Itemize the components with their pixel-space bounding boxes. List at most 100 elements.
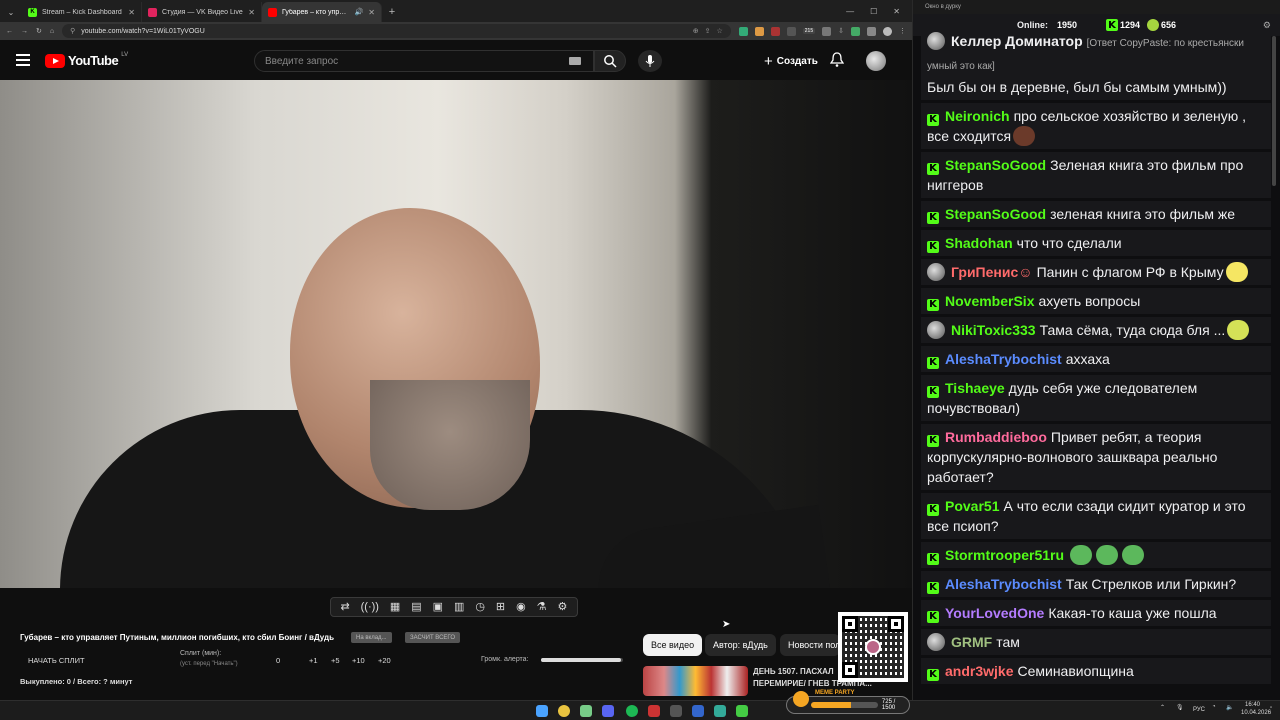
extensions-puzzle-icon[interactable] (822, 26, 832, 36)
player-control-icon[interactable]: ⊞ (496, 601, 505, 613)
microphone-tray-icon[interactable]: 🎙 (1176, 704, 1184, 711)
site-info-icon[interactable]: ⚲ (70, 27, 75, 35)
add-10-button[interactable]: +10 (352, 656, 365, 665)
tab-vk[interactable]: Студия — VK Видео Live ✕ (142, 2, 262, 22)
recommended-title[interactable]: ДЕНЬ 1507. ПАСХАЛ (753, 667, 834, 676)
player-control-icon[interactable]: ▣ (433, 601, 443, 613)
search-input[interactable]: Введите запрос (254, 50, 594, 72)
pill-tag[interactable]: ЗАСЧИТ ВСЕГО (405, 632, 460, 643)
extension-icon[interactable] (867, 26, 876, 36)
player-control-icon[interactable]: ⚗ (537, 601, 547, 613)
player-control-icon[interactable]: ▥ (454, 601, 464, 613)
app-icon[interactable] (648, 705, 660, 717)
extension-icon[interactable] (770, 26, 780, 36)
chat-username[interactable]: AleshaTrybochist (945, 576, 1062, 592)
chat-username[interactable]: Rumbaddieboo (945, 429, 1047, 445)
app-icon[interactable] (714, 705, 726, 717)
maximize-icon[interactable]: ☐ (870, 7, 877, 16)
extension-icon[interactable] (851, 26, 860, 36)
extension-icon[interactable] (754, 26, 764, 36)
reload-icon[interactable]: ↻ (36, 27, 42, 35)
tab-youtube[interactable]: Губарев – кто управляет П 🔊 ✕ (262, 2, 382, 22)
chat-username[interactable]: Stormtrooper51ru (945, 547, 1064, 563)
url-input[interactable]: ⚲ youtube.com/watch?v=1WiL01TyVOGU ⊕ ⇪ ☆ (62, 24, 731, 38)
extension-icon[interactable] (786, 26, 796, 36)
search-button[interactable] (594, 50, 626, 72)
app-icon[interactable] (580, 705, 592, 717)
install-icon[interactable]: ⊕ (693, 27, 699, 35)
chip-news[interactable]: Новости пол (780, 634, 840, 656)
chat-username[interactable]: Neironich (945, 108, 1010, 124)
player-control-icon[interactable]: ◷ (475, 601, 485, 613)
voice-search-button[interactable] (638, 50, 662, 72)
volume-icon[interactable]: 🔈 (1226, 704, 1233, 711)
chat-scrollbar[interactable] (1271, 36, 1277, 686)
extension-icon[interactable] (738, 26, 748, 36)
chat-username[interactable]: NikiToxic333 (951, 322, 1036, 338)
notifications-button[interactable] (829, 52, 845, 73)
forward-icon[interactable]: → (21, 28, 28, 35)
player-control-icon[interactable]: ▦ (390, 601, 400, 613)
close-tab-icon[interactable]: ✕ (128, 8, 135, 17)
account-avatar[interactable] (866, 51, 886, 71)
tray-chevron-icon[interactable]: ⌃ (1160, 704, 1165, 711)
app-icon[interactable] (736, 705, 748, 717)
keyboard-icon[interactable] (569, 57, 581, 65)
split-value[interactable]: 0 (276, 656, 280, 665)
minimize-icon[interactable]: — (846, 7, 854, 16)
player-control-icon[interactable]: ▤ (411, 601, 421, 613)
home-icon[interactable]: ⌂ (50, 28, 54, 35)
new-tab-button[interactable]: + (382, 2, 402, 22)
chat-username[interactable]: Povar51 (945, 498, 999, 514)
chat-username[interactable]: Tishaeye (945, 380, 1005, 396)
pill-tag[interactable]: На вклад... (351, 632, 392, 643)
audio-icon[interactable]: 🔊 (355, 8, 364, 16)
player-control-icon[interactable]: ⚙ (557, 601, 567, 613)
start-split-button[interactable]: НАЧАТЬ СПЛИТ (28, 656, 85, 665)
spotify-icon[interactable] (626, 705, 638, 717)
tab-search-icon[interactable]: ⌄ (0, 2, 22, 22)
profile-icon[interactable] (883, 26, 892, 36)
chip-author[interactable]: Автор: вДудь (705, 634, 776, 656)
close-window-icon[interactable]: ✕ (893, 7, 900, 16)
notification-bell-icon[interactable]: ▫ (1270, 705, 1272, 711)
close-tab-icon[interactable]: ✕ (248, 8, 255, 17)
player-control-icon[interactable]: ⇄ (340, 601, 349, 613)
recommended-thumbnail[interactable] (643, 666, 748, 696)
browser-menu-icon[interactable]: ⋮ (899, 27, 906, 35)
discord-icon[interactable] (602, 705, 614, 717)
close-tab-icon[interactable]: ✕ (368, 8, 375, 17)
chat-username[interactable]: StepanSoGood (945, 157, 1046, 173)
windows-start-icon[interactable] (536, 705, 548, 717)
alert-volume-slider[interactable] (541, 658, 623, 662)
app-icon[interactable] (692, 705, 704, 717)
youtube-logo[interactable]: YouTube LV (45, 52, 128, 68)
share-icon[interactable]: ⇪ (705, 27, 711, 35)
chat-username[interactable]: ГриПенис☺ (951, 264, 1033, 280)
chat-username[interactable]: AleshaTrybochist (945, 351, 1062, 367)
bookmark-star-icon[interactable]: ☆ (717, 27, 723, 35)
chat-username[interactable]: StepanSoGood (945, 206, 1046, 222)
back-icon[interactable]: ← (6, 28, 13, 35)
tab-kick[interactable]: K Stream – Kick Dashboard ✕ (22, 2, 142, 22)
chat-username[interactable]: Shadohan (945, 235, 1013, 251)
chat-username[interactable]: GRMF (951, 634, 992, 650)
app-icon[interactable] (670, 705, 682, 717)
chat-username[interactable]: andr3wjke (945, 663, 1013, 679)
download-icon[interactable]: ⇩ (838, 27, 844, 35)
player-control-icon[interactable]: ◉ (516, 601, 526, 613)
wifi-icon[interactable]: ◔ (1212, 704, 1216, 710)
chrome-icon[interactable] (558, 705, 570, 717)
video-player[interactable] (0, 80, 912, 588)
chat-message-list[interactable]: Келлер Доминатор [Ответ CopyPaste: по кре… (921, 32, 1271, 687)
player-control-icon[interactable]: ((·)) (361, 601, 379, 613)
language-indicator[interactable]: РУС (1193, 707, 1205, 713)
settings-gear-icon[interactable]: ⚙ (1263, 20, 1271, 31)
add-5-button[interactable]: +5 (331, 656, 340, 665)
add-20-button[interactable]: +20 (378, 656, 391, 665)
chat-username[interactable]: Келлер Доминатор (951, 33, 1083, 49)
chat-username[interactable]: NovemberSix (945, 293, 1034, 309)
clock-time[interactable]: 16:40 (1245, 702, 1260, 708)
clock-date[interactable]: 10.04.2026 (1241, 710, 1271, 716)
create-button[interactable]: + Создать (756, 51, 826, 71)
